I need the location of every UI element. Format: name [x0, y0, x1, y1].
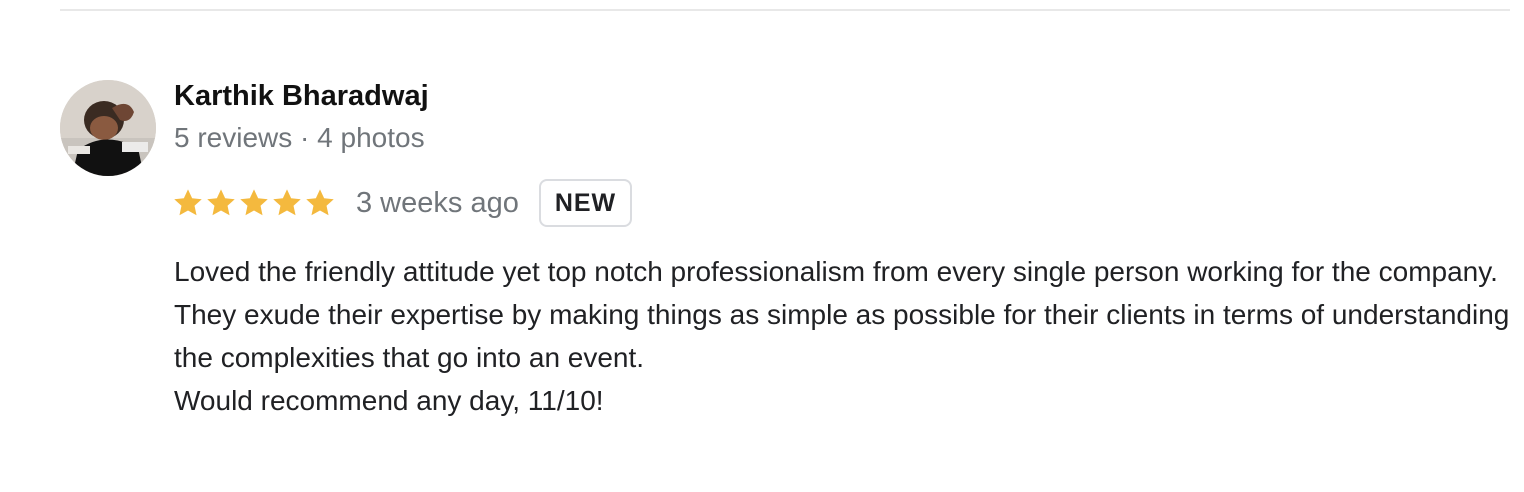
star-icon [207, 189, 235, 216]
review-card: Karthik Bharadwaj 5 reviews · 4 photos 3… [0, 0, 1524, 492]
review-text: Loved the friendly attitude yet top notc… [174, 250, 1519, 422]
star-icon [306, 189, 334, 216]
review-text-line: Loved the friendly attitude yet top notc… [174, 256, 1498, 287]
star-icon [174, 189, 202, 216]
reviewer-meta[interactable]: 5 reviews · 4 photos [174, 122, 425, 154]
avatar[interactable] [60, 80, 156, 176]
review-time: 3 weeks ago [356, 186, 519, 219]
new-badge: NEW [538, 179, 633, 227]
review-text-line: Would recommend any day, 11/10! [174, 385, 604, 416]
rating-row: 3 weeks ago NEW [172, 177, 633, 229]
star-icon [273, 189, 301, 216]
reviewer-name[interactable]: Karthik Bharadwaj [174, 80, 429, 113]
star-rating [172, 187, 336, 219]
avatar-photo [60, 80, 156, 176]
review-text-line: They exude their expertise by making thi… [174, 299, 1510, 373]
divider [60, 9, 1510, 11]
star-icon [240, 189, 268, 216]
